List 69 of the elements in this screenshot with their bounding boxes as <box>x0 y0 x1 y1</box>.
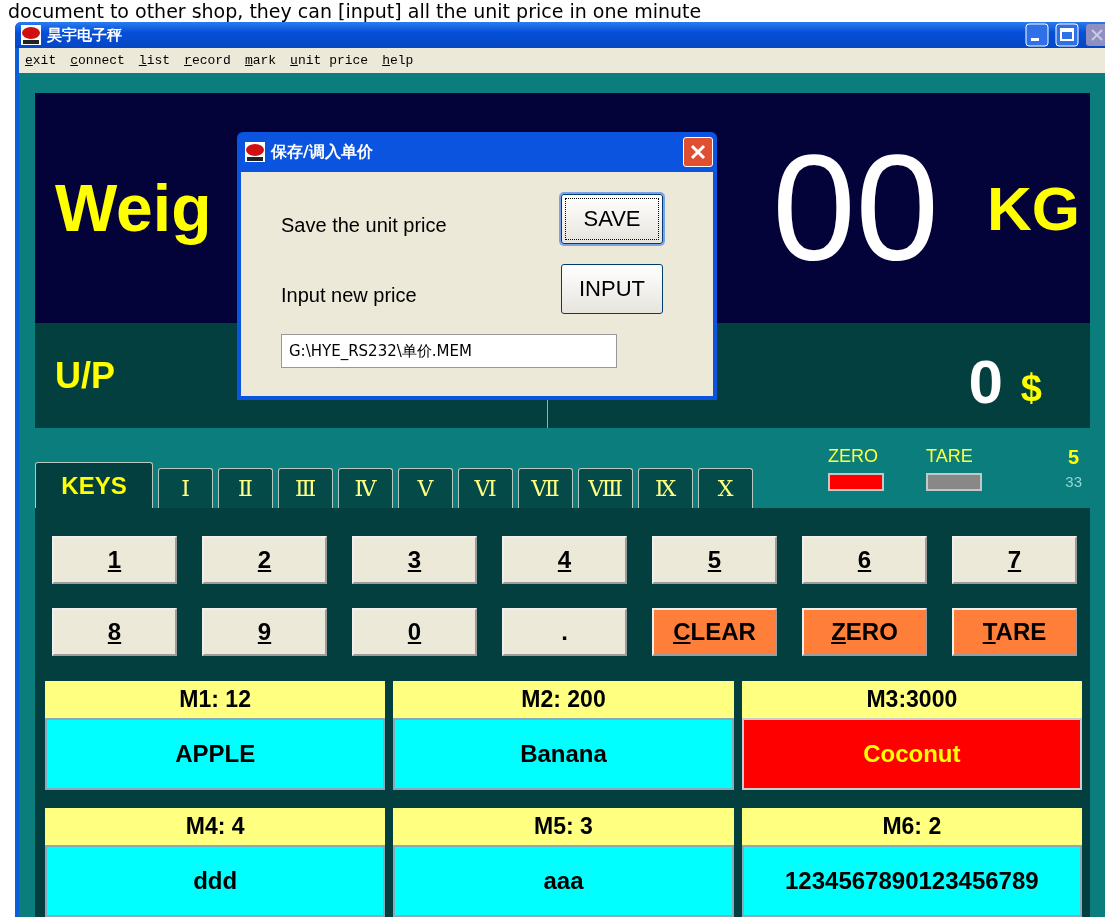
weight-label: Weig <box>55 170 212 246</box>
close-icon[interactable] <box>1085 23 1105 48</box>
memory-item[interactable]: ddd <box>45 845 386 917</box>
tab[interactable]: Ⅷ <box>578 468 633 508</box>
memory-item[interactable]: Banana <box>393 718 734 790</box>
close-button[interactable] <box>683 137 713 167</box>
key-button[interactable]: 3 <box>352 536 477 584</box>
menu-item[interactable]: record <box>184 53 231 69</box>
dialog-button[interactable]: INPUT <box>561 264 663 314</box>
key-button[interactable]: CLEAR <box>652 608 777 656</box>
menu-item[interactable]: connect <box>70 53 125 69</box>
memory-header: M2: 200 <box>393 681 734 718</box>
currency-symbol: $ <box>1020 366 1042 410</box>
counter: 5 <box>1068 446 1080 469</box>
dialog-label: Input new price <box>281 283 418 307</box>
tab[interactable]: Ⅳ <box>338 468 393 508</box>
memory-header: M1: 12 <box>45 681 386 718</box>
key-button[interactable]: ZERO <box>802 608 927 656</box>
indicator-label: ZERO <box>828 446 878 467</box>
tab[interactable]: Ⅹ <box>698 468 753 508</box>
tab[interactable]: Ⅲ <box>278 468 333 508</box>
caption-text: document to other shop, they can [input] all the unit price in one minute <box>7 0 703 22</box>
app-logo-icon <box>21 25 41 46</box>
dialog-title: 保存/调入单价 <box>271 141 374 163</box>
minimize-icon[interactable] <box>1025 23 1049 48</box>
menu-item[interactable]: mark <box>244 53 277 69</box>
key-button[interactable]: 0 <box>352 608 477 656</box>
memory-header: M4: 4 <box>45 808 386 845</box>
menu-item[interactable]: list <box>138 53 171 69</box>
memory-item[interactable]: Coconut <box>741 718 1082 790</box>
memory-header: M5: 3 <box>393 808 734 845</box>
key-button[interactable]: 8 <box>52 608 177 656</box>
tab[interactable]: Ⅴ <box>398 468 453 508</box>
memory-item[interactable]: APPLE <box>45 718 386 790</box>
key-button[interactable]: . <box>502 608 627 656</box>
dialog-button[interactable]: SAVE <box>561 194 663 244</box>
tab[interactable]: Ⅱ <box>218 468 273 508</box>
memory-header: M3:3000 <box>741 681 1082 718</box>
menu-item[interactable]: unit price <box>290 53 369 69</box>
tab[interactable]: Ⅶ <box>518 468 573 508</box>
tab[interactable]: Ⅰ <box>158 468 213 508</box>
indicator-label: TARE <box>926 446 973 467</box>
value-reading: 0 <box>968 346 1003 417</box>
sub-counter: 33 <box>1065 473 1082 490</box>
key-button[interactable]: 7 <box>952 536 1077 584</box>
key-button[interactable]: 5 <box>652 536 777 584</box>
dialog-label: Save the unit price <box>281 213 448 237</box>
key-button[interactable]: 1 <box>52 536 177 584</box>
app-logo-icon <box>245 142 265 162</box>
window-title: 昊宇电子秤 <box>47 25 123 45</box>
memory-item[interactable]: aaa <box>393 845 734 917</box>
key-button[interactable]: 9 <box>202 608 327 656</box>
key-button[interactable]: TARE <box>952 608 1077 656</box>
tab[interactable]: Ⅸ <box>638 468 693 508</box>
key-button[interactable]: 4 <box>502 536 627 584</box>
weight-unit: KG <box>987 172 1080 244</box>
tab[interactable]: Ⅵ <box>458 468 513 508</box>
menu-item[interactable]: exit <box>25 53 57 69</box>
weight-reading: 00 <box>772 133 939 283</box>
maximize-icon[interactable] <box>1055 23 1079 48</box>
memory-header: M6: 2 <box>741 808 1082 845</box>
unit-price-label: U/P <box>55 354 115 397</box>
path-field[interactable]: G:\HYE_RS232\单价.MEM <box>281 334 617 368</box>
menu-item[interactable]: help <box>382 53 414 69</box>
close-icon <box>689 143 707 161</box>
key-button[interactable]: 2 <box>202 536 327 584</box>
tab[interactable]: KEYS <box>35 462 153 508</box>
key-button[interactable]: 6 <box>802 536 927 584</box>
memory-item[interactable]: 1234567890123456789 <box>741 845 1082 917</box>
